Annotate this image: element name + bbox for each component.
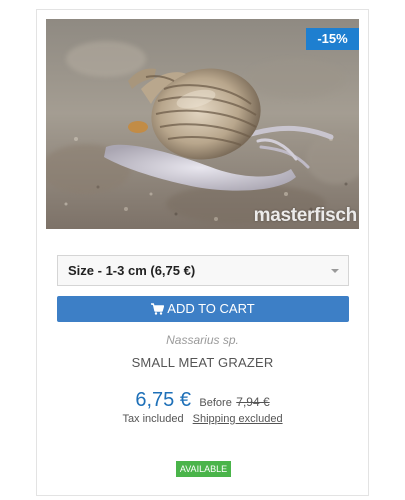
- size-select-value: Size - 1-3 cm (6,75 €): [68, 263, 196, 278]
- scientific-name: Nassarius sp.: [166, 333, 239, 347]
- availability-badge: AVAILABLE: [176, 461, 231, 477]
- shipping-link[interactable]: Shipping excluded: [193, 413, 283, 425]
- price-row: 6,75 € Before 7,94 €: [37, 389, 368, 412]
- product-name[interactable]: SMALL MEAT GRAZER: [37, 355, 368, 370]
- current-price: 6,75 €: [135, 389, 191, 411]
- before-label: Before: [199, 397, 232, 409]
- tax-row: Tax included Shipping excluded: [37, 413, 368, 425]
- caret-down-icon: [331, 269, 339, 273]
- product-image[interactable]: -15% masterfisch: [46, 19, 359, 229]
- size-select[interactable]: Size - 1-3 cm (6,75 €): [57, 255, 349, 286]
- shopping-cart-icon: [151, 298, 165, 324]
- product-card: -15% masterfisch Size - 1-3 cm (6,75 €) …: [36, 9, 369, 496]
- tax-label: Tax included: [122, 413, 184, 425]
- add-to-cart-label: ADD TO CART: [167, 301, 255, 316]
- add-to-cart-button[interactable]: ADD TO CART: [57, 296, 349, 322]
- brand-watermark: masterfisch: [253, 205, 358, 226]
- old-price: 7,94 €: [236, 395, 270, 409]
- snail-photo: [46, 19, 359, 229]
- discount-badge: -15%: [306, 28, 359, 50]
